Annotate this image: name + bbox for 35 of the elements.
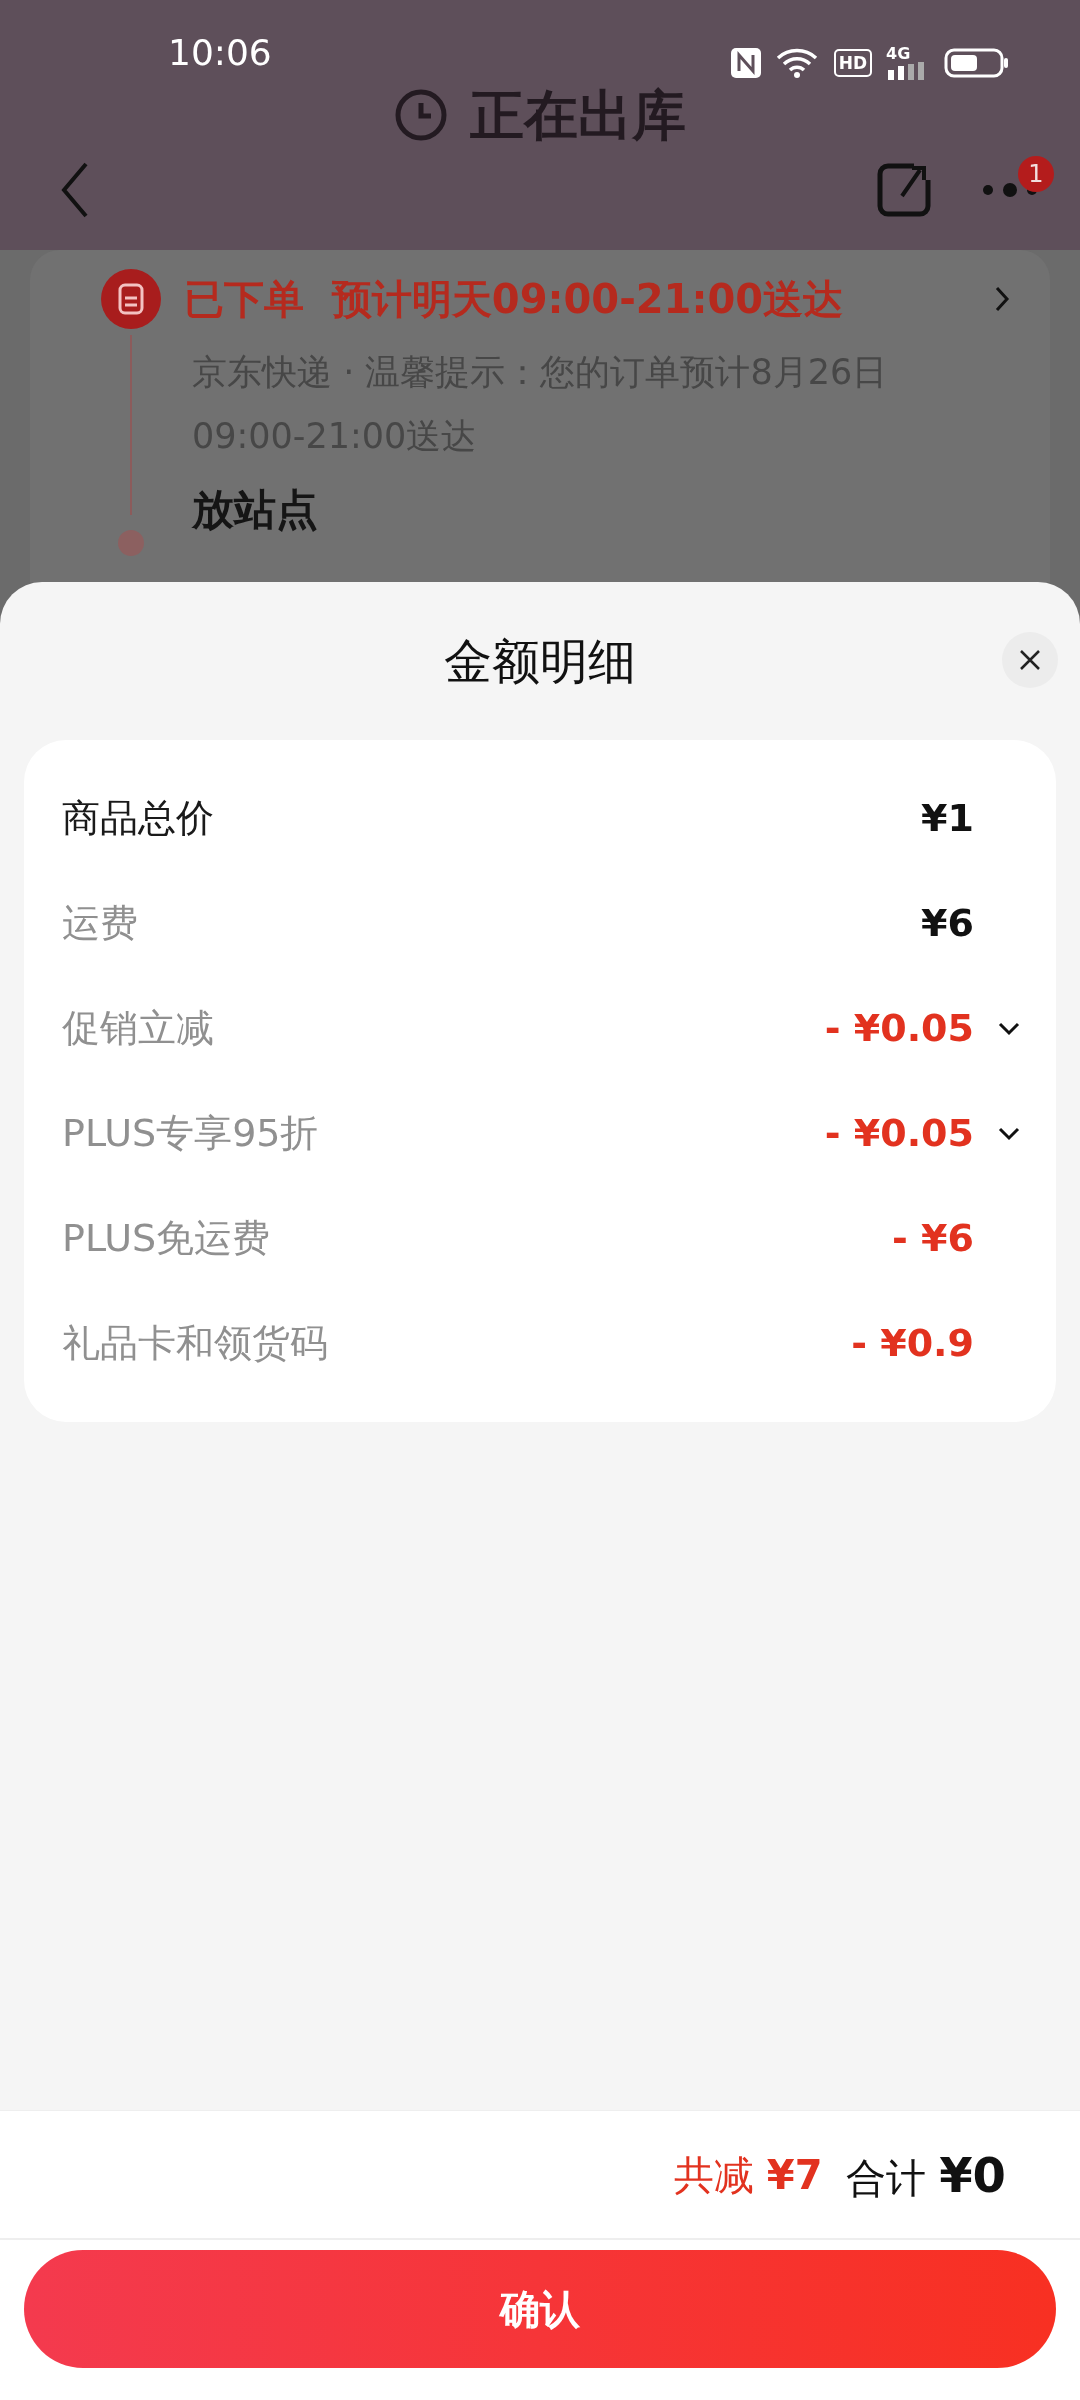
- sheet-title: 金额明细: [444, 632, 636, 691]
- page-title: 正在出库: [470, 82, 686, 149]
- row-amount: - ¥6: [892, 1215, 974, 1262]
- row-amount: - ¥0.05: [824, 1110, 974, 1157]
- row-amount: - ¥0.05: [824, 1005, 974, 1052]
- notification-badge: 1: [1018, 156, 1054, 192]
- wifi-icon: [775, 47, 820, 79]
- close-icon: [1018, 648, 1042, 672]
- row-label: PLUS专享95折: [62, 1110, 319, 1157]
- row-label: 礼品卡和领货码: [62, 1320, 328, 1367]
- back-button[interactable]: [60, 160, 90, 220]
- row-amount: - ¥0.9: [851, 1320, 974, 1367]
- chevron-down-icon[interactable]: [998, 1021, 1020, 1036]
- chevron-right-icon[interactable]: [994, 285, 1010, 313]
- hd-icon: HD: [833, 49, 872, 77]
- row-label: PLUS免运费: [62, 1215, 271, 1262]
- row-label: 商品总价: [62, 795, 214, 842]
- order-status: 已下单 预计明天09:00-21:00送达: [184, 275, 844, 324]
- status-time: 10:06: [168, 31, 272, 75]
- total-text: 合计 ¥0: [846, 2145, 1006, 2205]
- battery-icon: [944, 47, 1010, 79]
- row-amount: ¥1: [921, 795, 974, 842]
- share-icon[interactable]: [876, 162, 932, 218]
- row-amount: ¥6: [921, 900, 974, 947]
- order-icon: [100, 268, 162, 330]
- savings-text: 共减 ¥7: [674, 2150, 823, 2200]
- next-step: 放站点: [100, 478, 1050, 541]
- clock-icon: [394, 88, 448, 142]
- confirm-button[interactable]: 确认: [24, 2250, 1056, 2368]
- back-icon: [60, 160, 90, 220]
- network-label: 4G: [886, 46, 911, 62]
- chevron-down-icon[interactable]: [998, 1126, 1020, 1141]
- nfc-icon: [729, 47, 762, 79]
- row-label: 运费: [62, 900, 138, 947]
- row-label: 促销立减: [62, 1005, 214, 1052]
